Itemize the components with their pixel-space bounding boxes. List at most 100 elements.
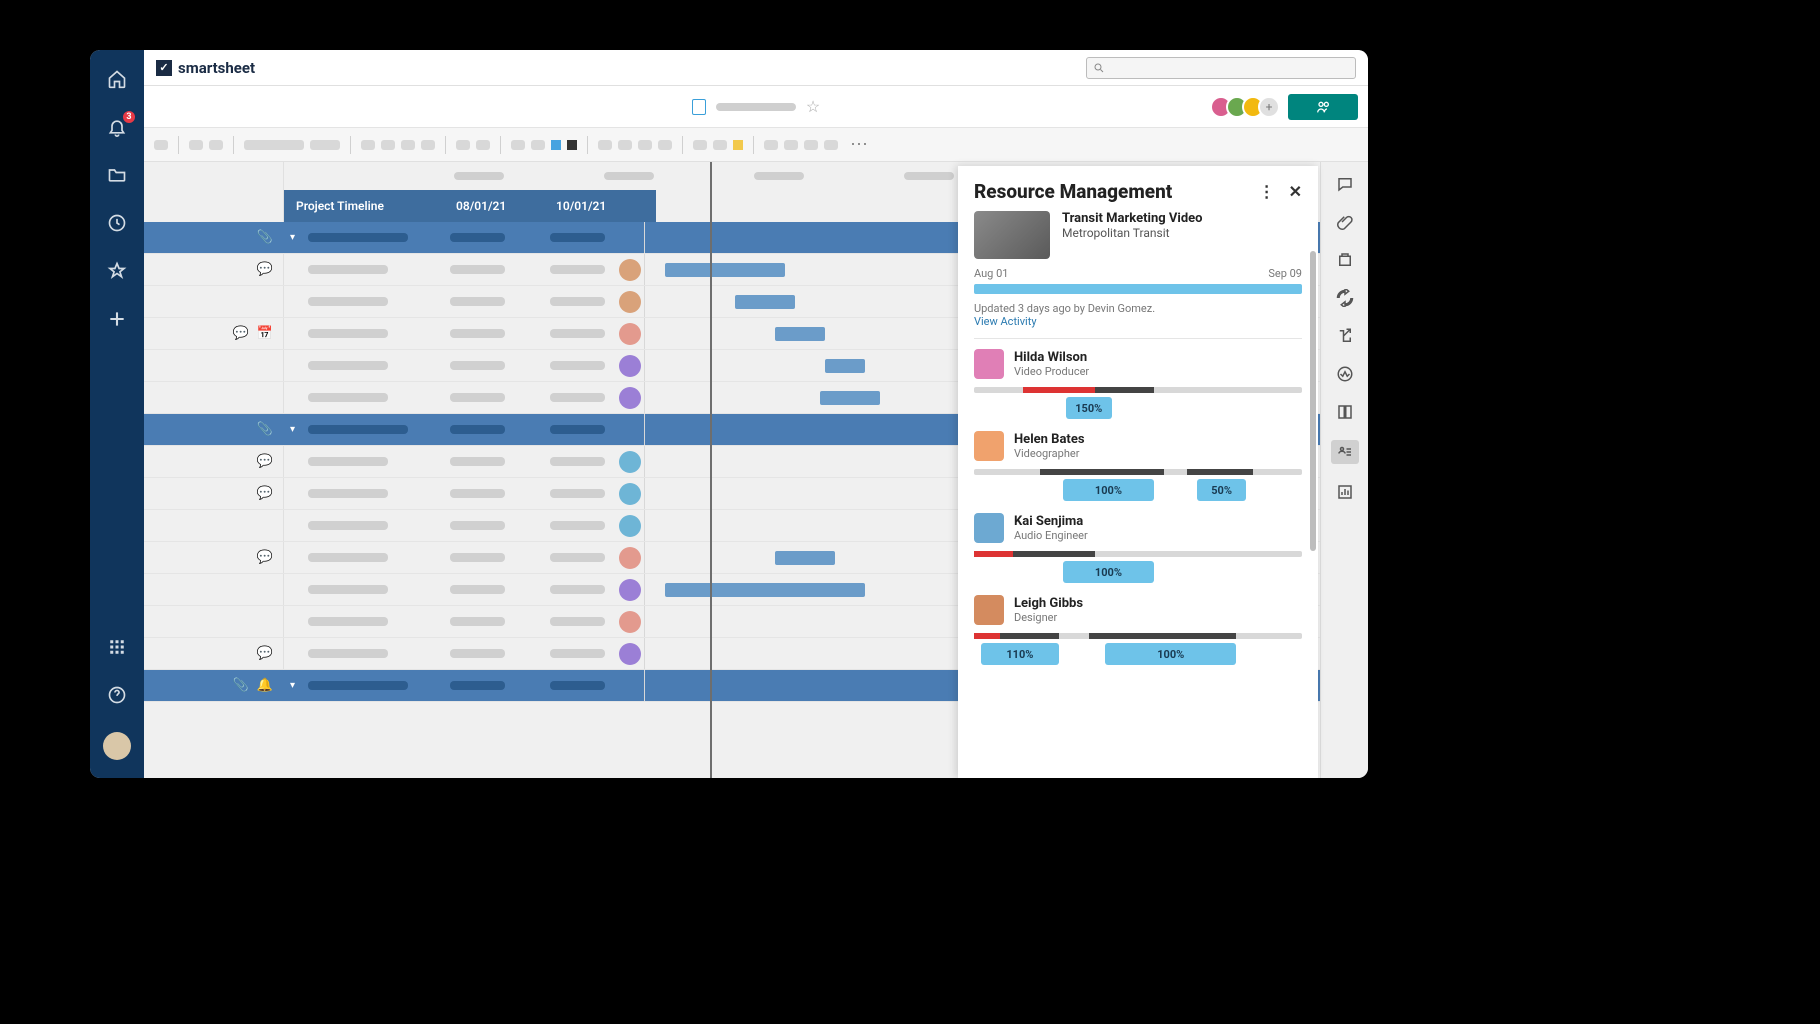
tool-button[interactable] [764, 140, 778, 150]
comment-icon[interactable]: 💬 [257, 486, 273, 501]
tool-button[interactable] [598, 140, 612, 150]
attach-icon[interactable]: 📎 [233, 678, 249, 693]
publish-icon[interactable] [1335, 326, 1355, 346]
assignee-avatar[interactable] [619, 451, 641, 473]
allocation-chip[interactable]: 100% [1105, 643, 1236, 665]
gantt-bar[interactable] [775, 327, 825, 341]
allocation-track [974, 469, 1302, 475]
bell-icon[interactable]: 🔔 [257, 678, 273, 693]
text-color-button[interactable] [567, 140, 577, 150]
tool-button[interactable] [310, 140, 340, 150]
comment-icon[interactable]: 💬 [257, 262, 273, 277]
comment-icon[interactable]: 💬 [257, 454, 273, 469]
home-icon[interactable] [106, 68, 128, 90]
notifications-icon[interactable]: 3 [106, 116, 128, 138]
avatar-more[interactable]: + [1258, 96, 1280, 118]
tool-button[interactable] [476, 140, 490, 150]
tool-button[interactable] [209, 140, 223, 150]
user-avatar[interactable] [103, 732, 131, 760]
project-title: Transit Marketing Video [1062, 211, 1203, 226]
highlight-button[interactable] [733, 140, 743, 150]
recents-icon[interactable] [106, 212, 128, 234]
assignee-avatar[interactable] [619, 611, 641, 633]
comment-icon[interactable]: 💬 [257, 550, 273, 565]
gantt-bar[interactable] [665, 263, 785, 277]
assignee-avatar[interactable] [619, 515, 641, 537]
fill-color-button[interactable] [551, 140, 561, 150]
assignee-avatar[interactable] [619, 387, 641, 409]
tool-button[interactable] [381, 140, 395, 150]
apps-icon[interactable] [106, 636, 128, 658]
tool-button[interactable] [693, 140, 707, 150]
tool-button[interactable] [154, 140, 168, 150]
brand-text: smartsheet [178, 59, 255, 77]
allocation-chip[interactable]: 100% [1063, 561, 1155, 583]
person-avatar [974, 349, 1004, 379]
tool-button[interactable] [824, 140, 838, 150]
summary-icon[interactable] [1335, 402, 1355, 422]
assignee-avatar[interactable] [619, 355, 641, 377]
tool-button[interactable] [244, 140, 304, 150]
activity-log-icon[interactable] [1335, 364, 1355, 384]
comment-icon[interactable]: 💬 [257, 646, 273, 661]
work-insights-icon[interactable] [1335, 482, 1355, 502]
help-icon[interactable] [106, 684, 128, 706]
allocation-chip[interactable]: 150% [1066, 397, 1112, 419]
share-button[interactable] [1288, 94, 1358, 120]
tool-button[interactable] [638, 140, 652, 150]
gantt-bar[interactable] [825, 359, 865, 373]
resource-management-icon[interactable] [1331, 440, 1359, 464]
attachments-icon[interactable] [1335, 212, 1355, 232]
sheet-title-placeholder[interactable] [716, 103, 796, 111]
gantt-bar[interactable] [820, 391, 880, 405]
cal-icon[interactable]: 📅 [257, 326, 273, 341]
assignee-avatar[interactable] [619, 579, 641, 601]
comments-icon[interactable] [1335, 174, 1355, 194]
panel-close-icon[interactable]: ✕ [1289, 182, 1302, 201]
tool-button[interactable] [804, 140, 818, 150]
tool-button[interactable] [511, 140, 525, 150]
assignee-avatar[interactable] [619, 291, 641, 313]
attach-icon[interactable]: 📎 [257, 230, 273, 245]
tool-button[interactable] [456, 140, 470, 150]
tool-button[interactable] [658, 140, 672, 150]
assignee-avatar[interactable] [619, 259, 641, 281]
collaborator-avatars[interactable]: + [1216, 96, 1280, 118]
assignee-avatar[interactable] [619, 643, 641, 665]
attach-icon[interactable]: 📎 [257, 422, 273, 437]
panel-scrollbar[interactable] [1310, 251, 1316, 551]
tool-button[interactable] [618, 140, 632, 150]
assignee-avatar[interactable] [619, 483, 641, 505]
person-role: Videographer [1014, 447, 1085, 460]
tool-button[interactable] [531, 140, 545, 150]
column-header[interactable]: 08/01/21 [444, 199, 544, 213]
tool-button[interactable] [189, 140, 203, 150]
comment-icon[interactable]: 💬 [233, 326, 249, 341]
view-activity-link[interactable]: View Activity [974, 315, 1302, 328]
gantt-bar[interactable] [735, 295, 795, 309]
tool-button[interactable] [401, 140, 415, 150]
tool-button[interactable] [713, 140, 727, 150]
brand[interactable]: ✓ smartsheet [156, 59, 255, 77]
gantt-bar[interactable] [665, 583, 865, 597]
toolbar-overflow-button[interactable]: ⋯ [850, 134, 868, 155]
tool-button[interactable] [421, 140, 435, 150]
column-header[interactable]: Project Timeline [284, 199, 444, 213]
update-requests-icon[interactable] [1335, 288, 1355, 308]
search-input[interactable] [1086, 57, 1356, 79]
gantt-bar[interactable] [775, 551, 835, 565]
assignee-avatar[interactable] [619, 323, 641, 345]
create-icon[interactable] [106, 308, 128, 330]
assignee-avatar[interactable] [619, 547, 641, 569]
folder-icon[interactable] [106, 164, 128, 186]
panel-menu-icon[interactable]: ⋮ [1259, 182, 1275, 201]
favorites-icon[interactable] [106, 260, 128, 282]
column-header[interactable]: 10/01/21 [544, 199, 644, 213]
tool-button[interactable] [784, 140, 798, 150]
allocation-chip[interactable]: 110% [981, 643, 1060, 665]
tool-button[interactable] [361, 140, 375, 150]
star-icon[interactable]: ☆ [806, 97, 820, 116]
proofs-icon[interactable] [1335, 250, 1355, 270]
allocation-chip[interactable]: 100% [1063, 479, 1155, 501]
allocation-chip[interactable]: 50% [1197, 479, 1246, 501]
